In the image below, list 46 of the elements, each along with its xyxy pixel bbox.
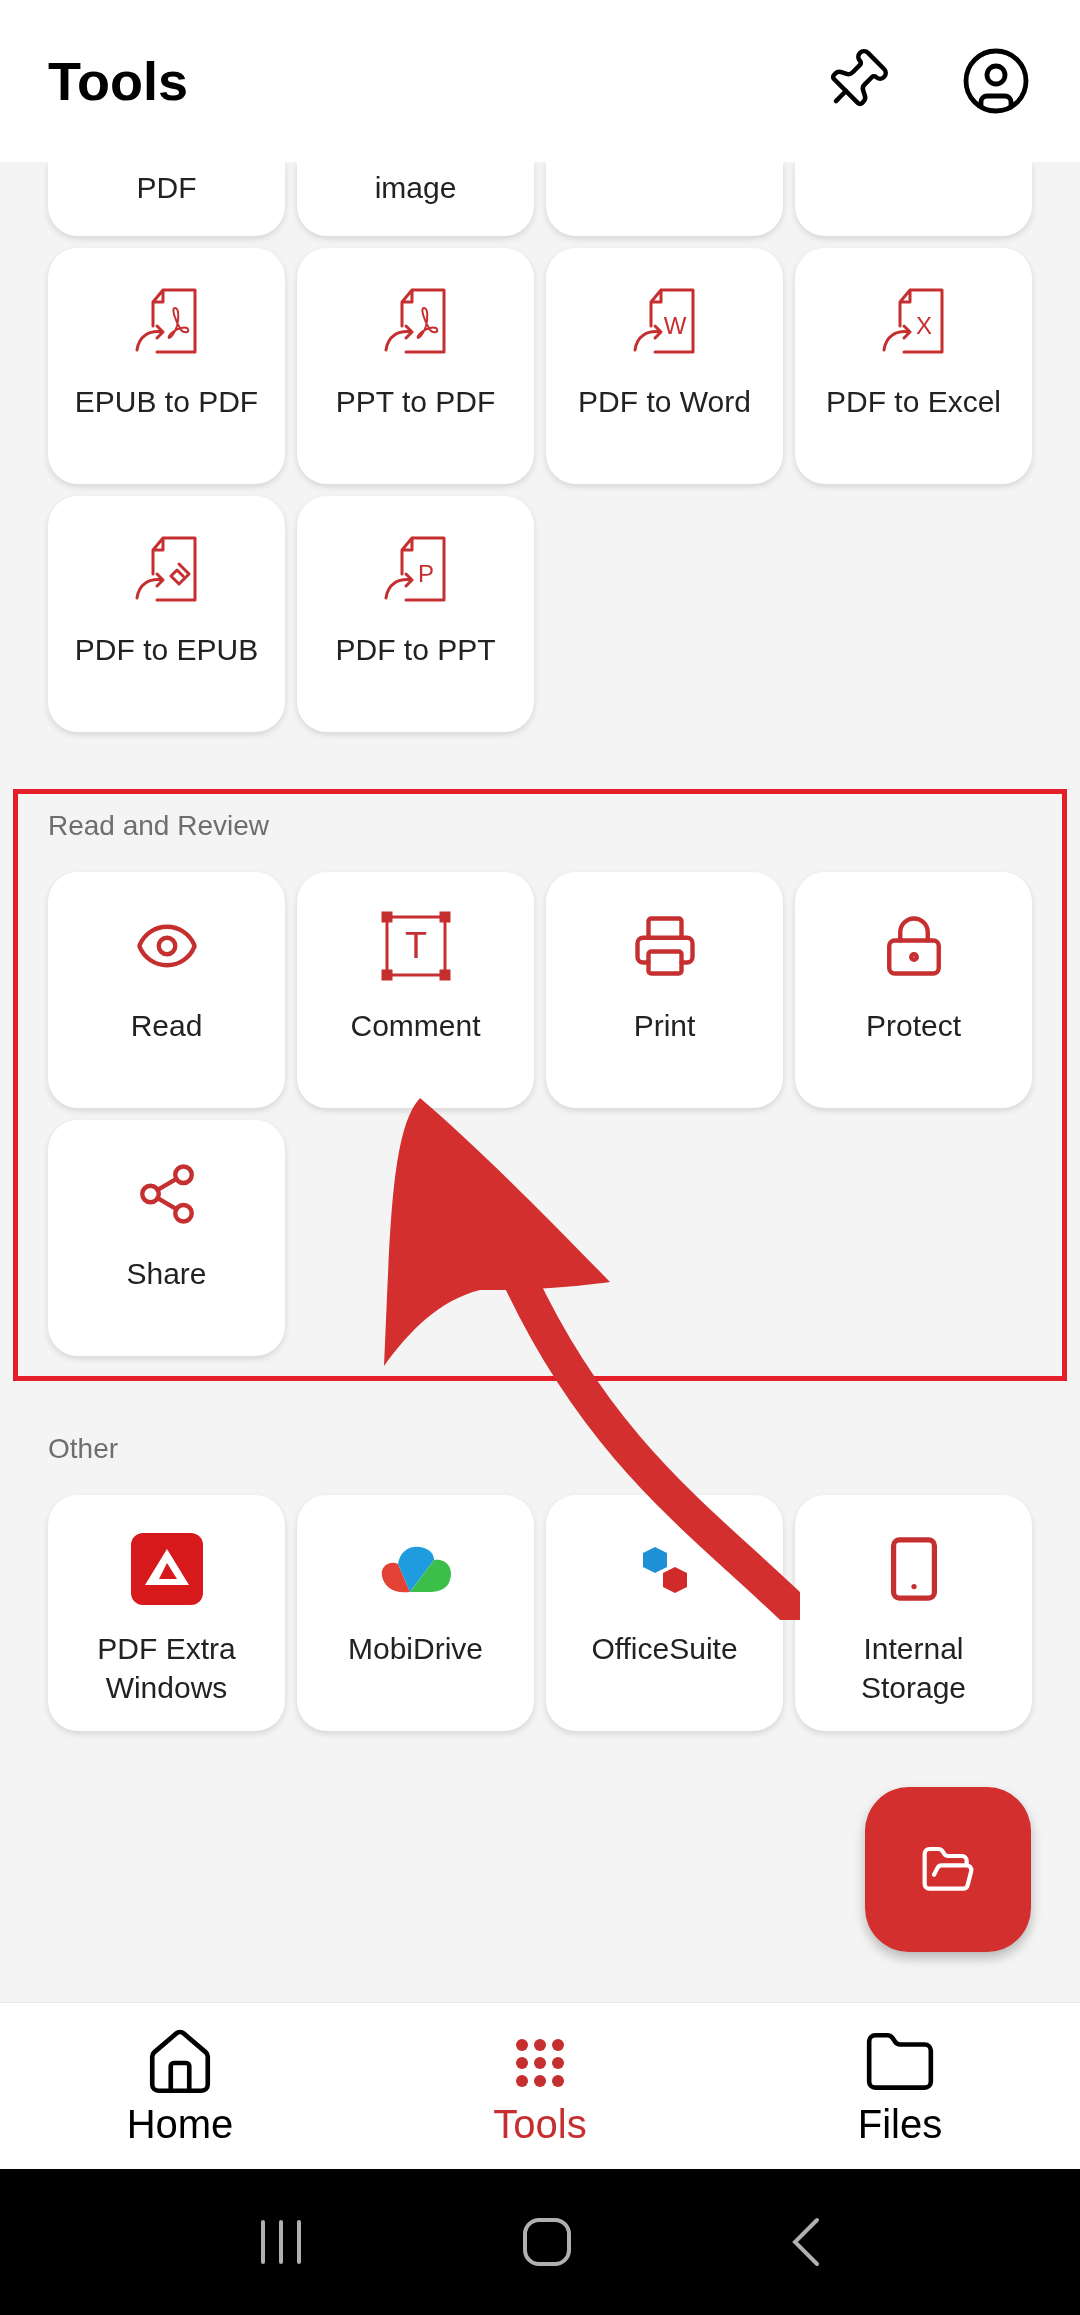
tool-label: PDF to Excel: [824, 384, 1003, 420]
tool-card[interactable]: image: [297, 162, 534, 236]
back-icon[interactable]: [790, 2217, 821, 2267]
tool-card[interactable]: PPT to PDF: [297, 248, 534, 484]
tool-card[interactable]: P PDF to PPT: [297, 496, 534, 732]
tool-label: PDF Extra Windows: [96, 1631, 237, 1706]
tool-card[interactable]: W PDF to Word: [546, 248, 783, 484]
tool-label: image: [374, 170, 457, 206]
nav-tab[interactable]: Home: [0, 2003, 360, 2169]
nav-tab[interactable]: Files: [720, 2003, 1080, 2169]
tool-card[interactable]: EPUB to PDF: [48, 248, 285, 484]
section-heading: Other: [48, 1433, 120, 1465]
tool-label: PDF to EPUB: [73, 632, 260, 668]
app-card[interactable]: OfficeSuite: [546, 1495, 783, 1731]
tool-label: Internal Storage: [859, 1631, 968, 1706]
page-title: Tools: [48, 49, 189, 113]
tool-card[interactable]: Read: [48, 872, 285, 1108]
tool-card[interactable]: X PDF to Excel: [795, 248, 1032, 484]
app-logo-icon: [130, 1533, 203, 1605]
tool-label: PDF to PPT: [334, 632, 497, 668]
tool-label: PPT to PDF: [334, 384, 497, 420]
open-folder-button[interactable]: [865, 1787, 1031, 1952]
tool-label: MobiDrive: [347, 1631, 484, 1667]
tool-label: Comment: [349, 1008, 482, 1044]
grid-dots-icon: [515, 2038, 565, 2088]
tool-label: Protect: [864, 1008, 962, 1044]
tool-label: PDF: [136, 170, 197, 206]
app-card[interactable]: Internal Storage: [795, 1495, 1032, 1731]
tool-label: Read: [129, 1008, 204, 1044]
tool-card[interactable]: Protect: [795, 872, 1032, 1108]
tool-card[interactable]: PDF to EPUB: [48, 496, 285, 732]
app-card[interactable]: PDF Extra Windows: [48, 1495, 285, 1731]
tool-card[interactable]: T Comment: [297, 872, 534, 1108]
home-button-icon[interactable]: [522, 2217, 572, 2267]
tool-label: Print: [632, 1008, 697, 1044]
tool-label: PDF to Word: [577, 384, 752, 420]
tool-label: EPUB to PDF: [73, 384, 260, 420]
recents-icon[interactable]: [259, 2219, 304, 2265]
tool-label: OfficeSuite: [590, 1631, 739, 1667]
nav-tab[interactable]: Tools: [360, 2003, 720, 2169]
tool-card[interactable]: Share: [48, 1120, 285, 1356]
section-heading: Read and Review: [48, 810, 271, 842]
app-card[interactable]: MobiDrive: [297, 1495, 534, 1731]
tool-card[interactable]: Print: [546, 872, 783, 1108]
tool-label: Share: [125, 1256, 208, 1292]
tool-card[interactable]: PDF: [48, 162, 285, 236]
